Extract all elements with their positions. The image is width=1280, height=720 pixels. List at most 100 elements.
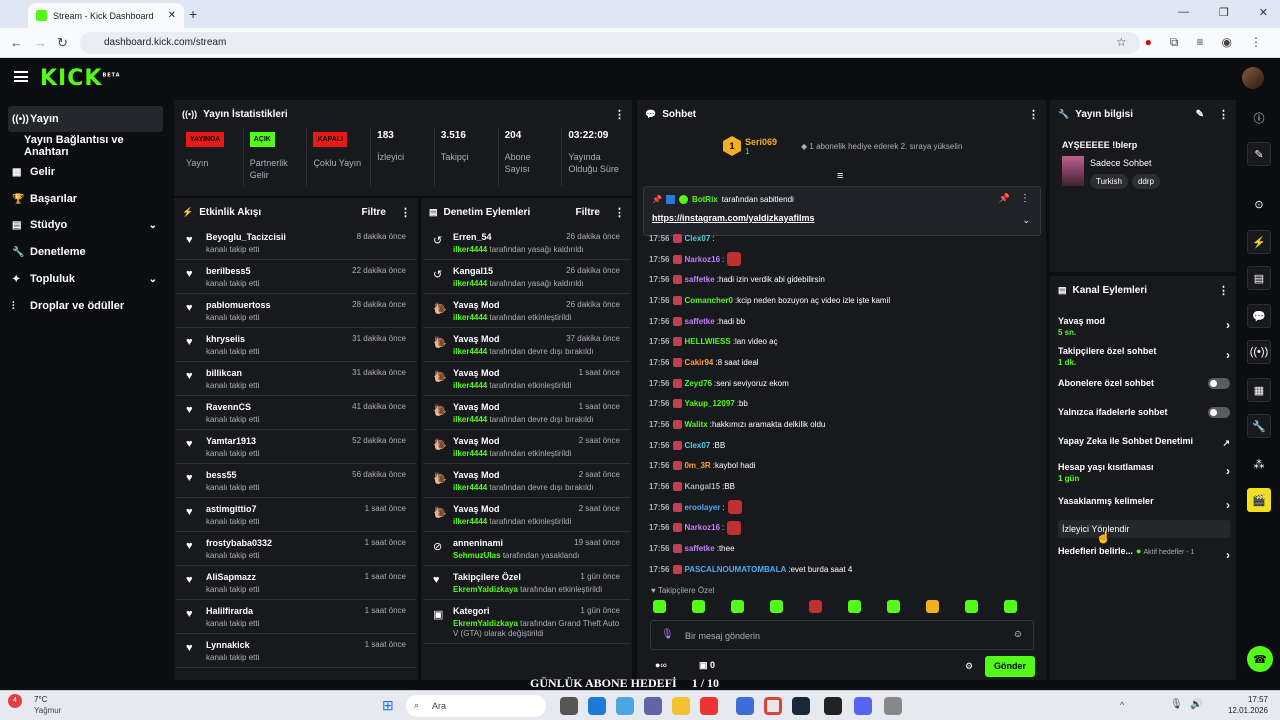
- quick-emote-icon[interactable]: [926, 600, 939, 613]
- sidebar-item[interactable]: 🔧 Denetleme: [8, 239, 163, 265]
- browser-tab[interactable]: Stream - Kick Dashboard ✕: [28, 3, 184, 28]
- clapper-icon[interactable]: 🎬: [1247, 488, 1271, 512]
- chat-username[interactable]: 0m_3R: [684, 461, 710, 470]
- moderation-row[interactable]: 🐌 Yavaş Mod 2 saat önce ilker4444 tarafında…: [423, 464, 630, 498]
- edit-icon[interactable]: ✎: [1247, 142, 1271, 166]
- more-icon[interactable]: ⋮: [400, 206, 411, 219]
- address-bar[interactable]: dashboard.kick.com/stream: [80, 32, 1140, 54]
- chat-username[interactable]: Walitx: [684, 420, 707, 429]
- obs-icon[interactable]: [824, 697, 842, 715]
- quick-emote-icon[interactable]: [692, 600, 705, 613]
- activity-row[interactable]: ♥ khryseiis 31 dakika önce kanalı takip ett…: [176, 328, 416, 362]
- puzzle-icon[interactable]: ⧉: [1170, 35, 1179, 50]
- channel-action[interactable]: Yavaş mod 5 sn. ›: [1058, 316, 1230, 337]
- moderation-row[interactable]: 🐌 Yavaş Mod 37 dakika önce ilker4444 tarafı…: [423, 328, 630, 362]
- kick-logo[interactable]: KICKBETA: [40, 66, 121, 91]
- opera-icon[interactable]: [700, 697, 718, 715]
- channel-action[interactable]: Abonelere özel sohbet: [1058, 378, 1230, 389]
- activity-row[interactable]: ♥ astimgittio7 1 saat önce kanalı takip ett…: [176, 498, 416, 532]
- more-icon[interactable]: ⋮: [614, 108, 625, 121]
- share-icon[interactable]: ⁂: [1247, 452, 1271, 476]
- windows-start-icon[interactable]: ⊞: [382, 697, 394, 714]
- sidebar-item[interactable]: ((•)) Yayın: [8, 106, 163, 132]
- chat-message[interactable]: 17:56 Kangal15: BB: [637, 476, 1046, 497]
- sidebar-item[interactable]: ✦ Topluluk ⌄: [8, 266, 163, 292]
- chat-message[interactable]: 17:56 saffetke: thee: [637, 538, 1046, 559]
- emoji-icon[interactable]: ☺: [1013, 629, 1023, 640]
- chat-message[interactable]: 17:56 Clex07:: [637, 228, 1046, 249]
- moderation-row[interactable]: ♥ Takipçilere Özel 1 gün önce EkremYaldizka…: [423, 566, 630, 600]
- layout-icon[interactable]: ▦: [1247, 378, 1271, 402]
- moderation-row[interactable]: 🐌 Yavaş Mod 1 saat önce ilker4444 tarafında…: [423, 362, 630, 396]
- opera-extension-icon[interactable]: ●: [1145, 35, 1152, 50]
- broadcast-icon[interactable]: ((•)): [1247, 340, 1271, 364]
- info-icon[interactable]: ⓘ: [1247, 106, 1271, 130]
- more-icon[interactable]: ⋮: [614, 206, 625, 219]
- activity-row[interactable]: ♥ berilbess5 22 dakika önce kanalı takip et…: [176, 260, 416, 294]
- quick-emote-icon[interactable]: [848, 600, 861, 613]
- quick-emote-icon[interactable]: [653, 600, 666, 613]
- chat-input[interactable]: 🎙 Bir mesaj gönderin ☺: [650, 620, 1034, 650]
- sidebar-item[interactable]: ▤ Stüdyo ⌄: [8, 212, 163, 238]
- moderation-row[interactable]: 🐌 Yavaş Mod 1 saat önce ilker4444 tarafında…: [423, 396, 630, 430]
- chat-username[interactable]: Comancher0: [684, 296, 732, 305]
- back-icon[interactable]: ←: [10, 35, 23, 50]
- send-button[interactable]: Gönder: [985, 656, 1035, 677]
- activity-row[interactable]: ♥ Beyoglu_Tacizcisii 8 dakika önce kanalı t…: [176, 226, 416, 260]
- document-icon[interactable]: ▤: [1247, 266, 1271, 290]
- quick-emote-icon[interactable]: [770, 600, 783, 613]
- activity-row[interactable]: ♥ Lynnakick 1 saat önce kanalı takip etti: [176, 634, 416, 668]
- chat-message[interactable]: 17:56 Clex07: BB: [637, 435, 1046, 456]
- new-tab-button[interactable]: +: [189, 6, 197, 22]
- menu-icon[interactable]: ⋮: [1250, 35, 1262, 50]
- more-icon[interactable]: ⋮: [1218, 284, 1229, 297]
- app-icon[interactable]: [736, 697, 754, 715]
- chat-username[interactable]: saffetke: [684, 544, 714, 553]
- chat-username[interactable]: Narkoz16: [684, 523, 720, 532]
- chat-message[interactable]: 17:56 Zeyd76: seni seviyoruz ekom: [637, 373, 1046, 394]
- user-avatar[interactable]: [1242, 67, 1264, 89]
- edit-pencil-icon[interactable]: ✎: [1196, 109, 1204, 120]
- minimize-icon[interactable]: —: [1178, 6, 1189, 19]
- steam-icon[interactable]: [792, 697, 810, 715]
- chat-username[interactable]: Cakir94: [684, 358, 713, 367]
- support-icon[interactable]: ☎: [1247, 646, 1273, 672]
- quick-emote-icon[interactable]: [1004, 600, 1017, 613]
- media-icon[interactable]: ≡: [1197, 35, 1204, 50]
- moderation-filter-button[interactable]: Filtre: [576, 207, 600, 218]
- microphone-icon[interactable]: 🎙: [661, 629, 674, 640]
- moderation-row[interactable]: ↺ Erren_54 26 dakika önce ilker4444 tarafın…: [423, 226, 630, 260]
- chat-message[interactable]: 17:56 Comancher0: kcip neden bozuyon aç v…: [637, 290, 1046, 311]
- chat-username[interactable]: Yakup_12097: [684, 399, 734, 408]
- quick-emote-icon[interactable]: [887, 600, 900, 613]
- moderation-row[interactable]: ▣ Kategori 1 gün önce EkremYaldizkaya taraf…: [423, 600, 630, 644]
- activity-row[interactable]: ♥ AliSapmazz 1 saat önce kanalı takip etti: [176, 566, 416, 600]
- forward-icon[interactable]: →: [34, 35, 47, 50]
- moderation-row[interactable]: 🐌 Yavaş Mod 2 saat önce ilker4444 tarafında…: [423, 430, 630, 464]
- task-view-icon[interactable]: [560, 697, 578, 715]
- toggle-switch[interactable]: [1208, 407, 1230, 418]
- maximize-icon[interactable]: ❐: [1219, 6, 1229, 19]
- chat-message[interactable]: 17:56 saffetke: hadi bb: [637, 311, 1046, 332]
- tray-chevron-icon[interactable]: ^: [1120, 700, 1124, 710]
- activity-row[interactable]: ♥ RavennCS 41 dakika önce kanalı takip etti: [176, 396, 416, 430]
- activity-row[interactable]: ♥ bess55 56 dakika önce kanalı takip etti: [176, 464, 416, 498]
- edge-icon[interactable]: [588, 697, 606, 715]
- pinned-link[interactable]: https://instagram.com/yaldizkayafilms: [652, 213, 815, 223]
- activity-row[interactable]: ♥ Yamtar1913 52 dakika önce kanalı takip et…: [176, 430, 416, 464]
- chat-message[interactable]: 17:56 Walitx: hakkımızı aramakta delkilik…: [637, 414, 1046, 435]
- activity-row[interactable]: ♥ billikcan 31 dakika önce kanalı takip ett…: [176, 362, 416, 396]
- focus-icon[interactable]: ⊙: [1247, 192, 1271, 216]
- infinity-icon[interactable]: ●∞: [655, 660, 667, 670]
- chat-message[interactable]: 17:56 Yakup_12097: bb: [637, 394, 1046, 415]
- more-icon[interactable]: ⋮: [1028, 108, 1039, 121]
- channel-action[interactable]: Hedefleri belirle... ● Aktif hedefler - 1 ›: [1058, 546, 1230, 562]
- chat-username[interactable]: saffetke: [684, 317, 714, 326]
- close-window-icon[interactable]: ✕: [1259, 6, 1268, 19]
- wrench-icon[interactable]: 🔧: [1247, 414, 1271, 438]
- settings-gear-icon[interactable]: ⚙: [965, 661, 973, 672]
- moderation-row[interactable]: ↺ Kangal15 26 dakika önce ilker4444 tarafın…: [423, 260, 630, 294]
- reload-icon[interactable]: ↻: [57, 35, 68, 51]
- close-tab-icon[interactable]: ✕: [168, 10, 176, 21]
- quick-emote-icon[interactable]: [731, 600, 744, 613]
